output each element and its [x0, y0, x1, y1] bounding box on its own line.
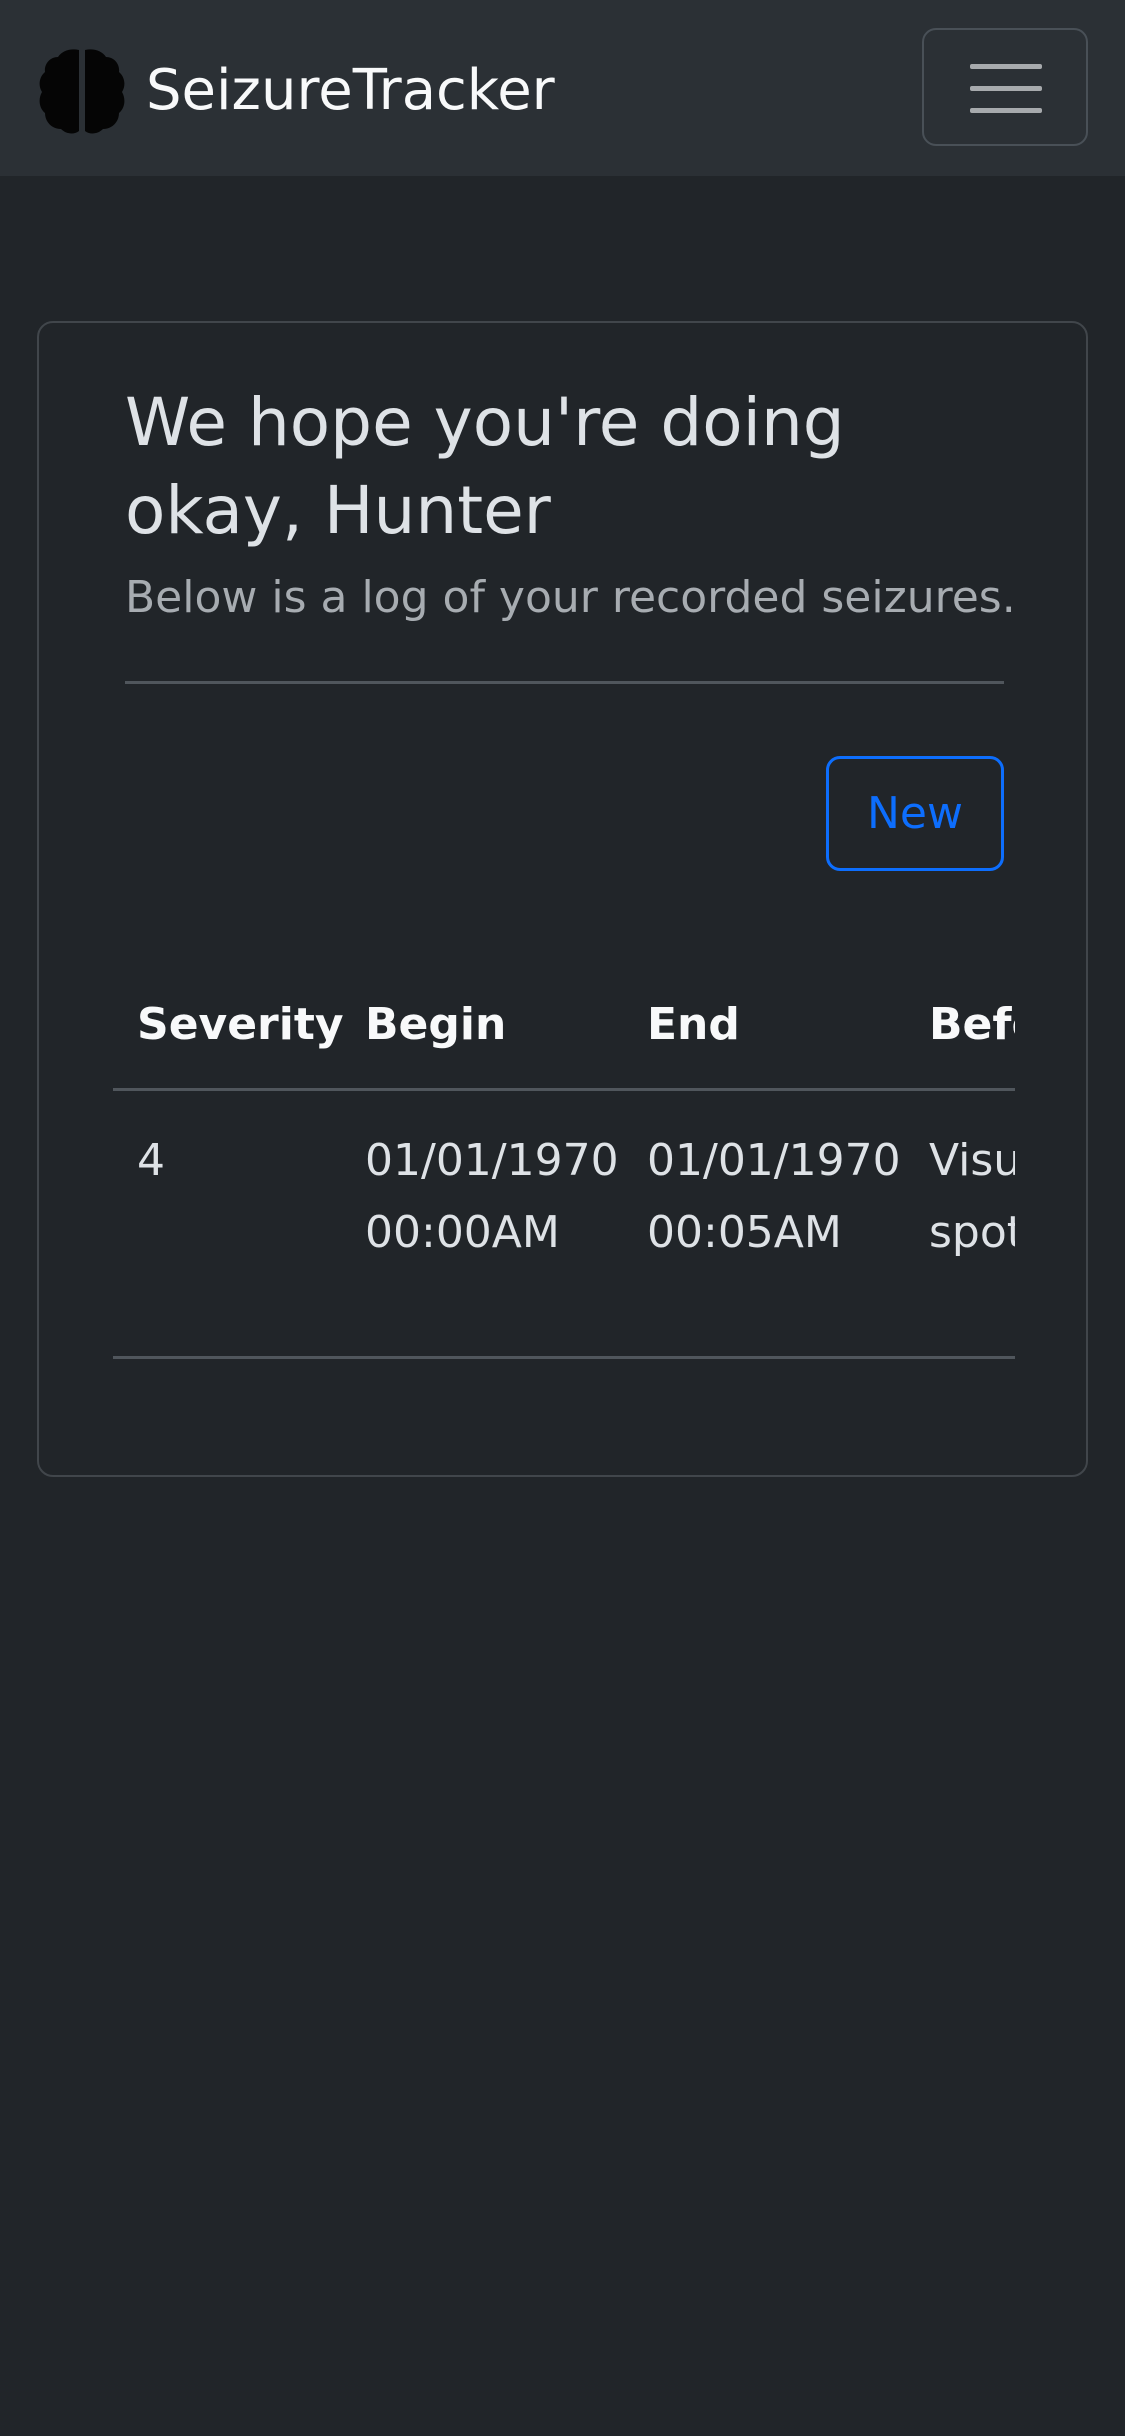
seizure-table-scroll[interactable]: Severity Begin End Before Notes 4 01/01/…: [113, 903, 1015, 1403]
table-header-row: Severity Begin End Before Notes: [113, 903, 1015, 1091]
column-header-before-notes: Before Notes: [905, 903, 1015, 1091]
log-subtitle: Below is a log of your recorded seizures…: [125, 572, 1016, 623]
column-header-severity: Severity: [113, 903, 344, 1091]
cell-severity: 4: [113, 1089, 341, 1359]
brain-icon: [39, 49, 125, 134]
new-seizure-button[interactable]: New: [826, 756, 1004, 871]
top-navbar: SeizureTracker: [0, 0, 1125, 176]
cell-end: 01/01/1970 00:05AM: [623, 1089, 905, 1359]
seizure-log-card: We hope you're doing okay, Hunter Below …: [37, 321, 1088, 1477]
seizure-table: Severity Begin End Before Notes 4 01/01/…: [113, 903, 1015, 1359]
divider: [125, 681, 1004, 684]
column-header-begin: Begin: [341, 903, 623, 1091]
table-row[interactable]: 4 01/01/1970 00:00AM 01/01/1970 00:05AM …: [113, 1089, 1015, 1359]
brand-name: SeizureTracker: [146, 57, 555, 123]
brand-link[interactable]: SeizureTracker: [36, 44, 555, 136]
column-header-end: End: [623, 903, 905, 1091]
cell-before-notes: Visual aura spots: [905, 1089, 1015, 1359]
navbar-toggle-button[interactable]: [922, 28, 1088, 146]
greeting-heading: We hope you're doing okay, Hunter: [125, 384, 845, 549]
cell-begin: 01/01/1970 00:00AM: [341, 1089, 623, 1359]
